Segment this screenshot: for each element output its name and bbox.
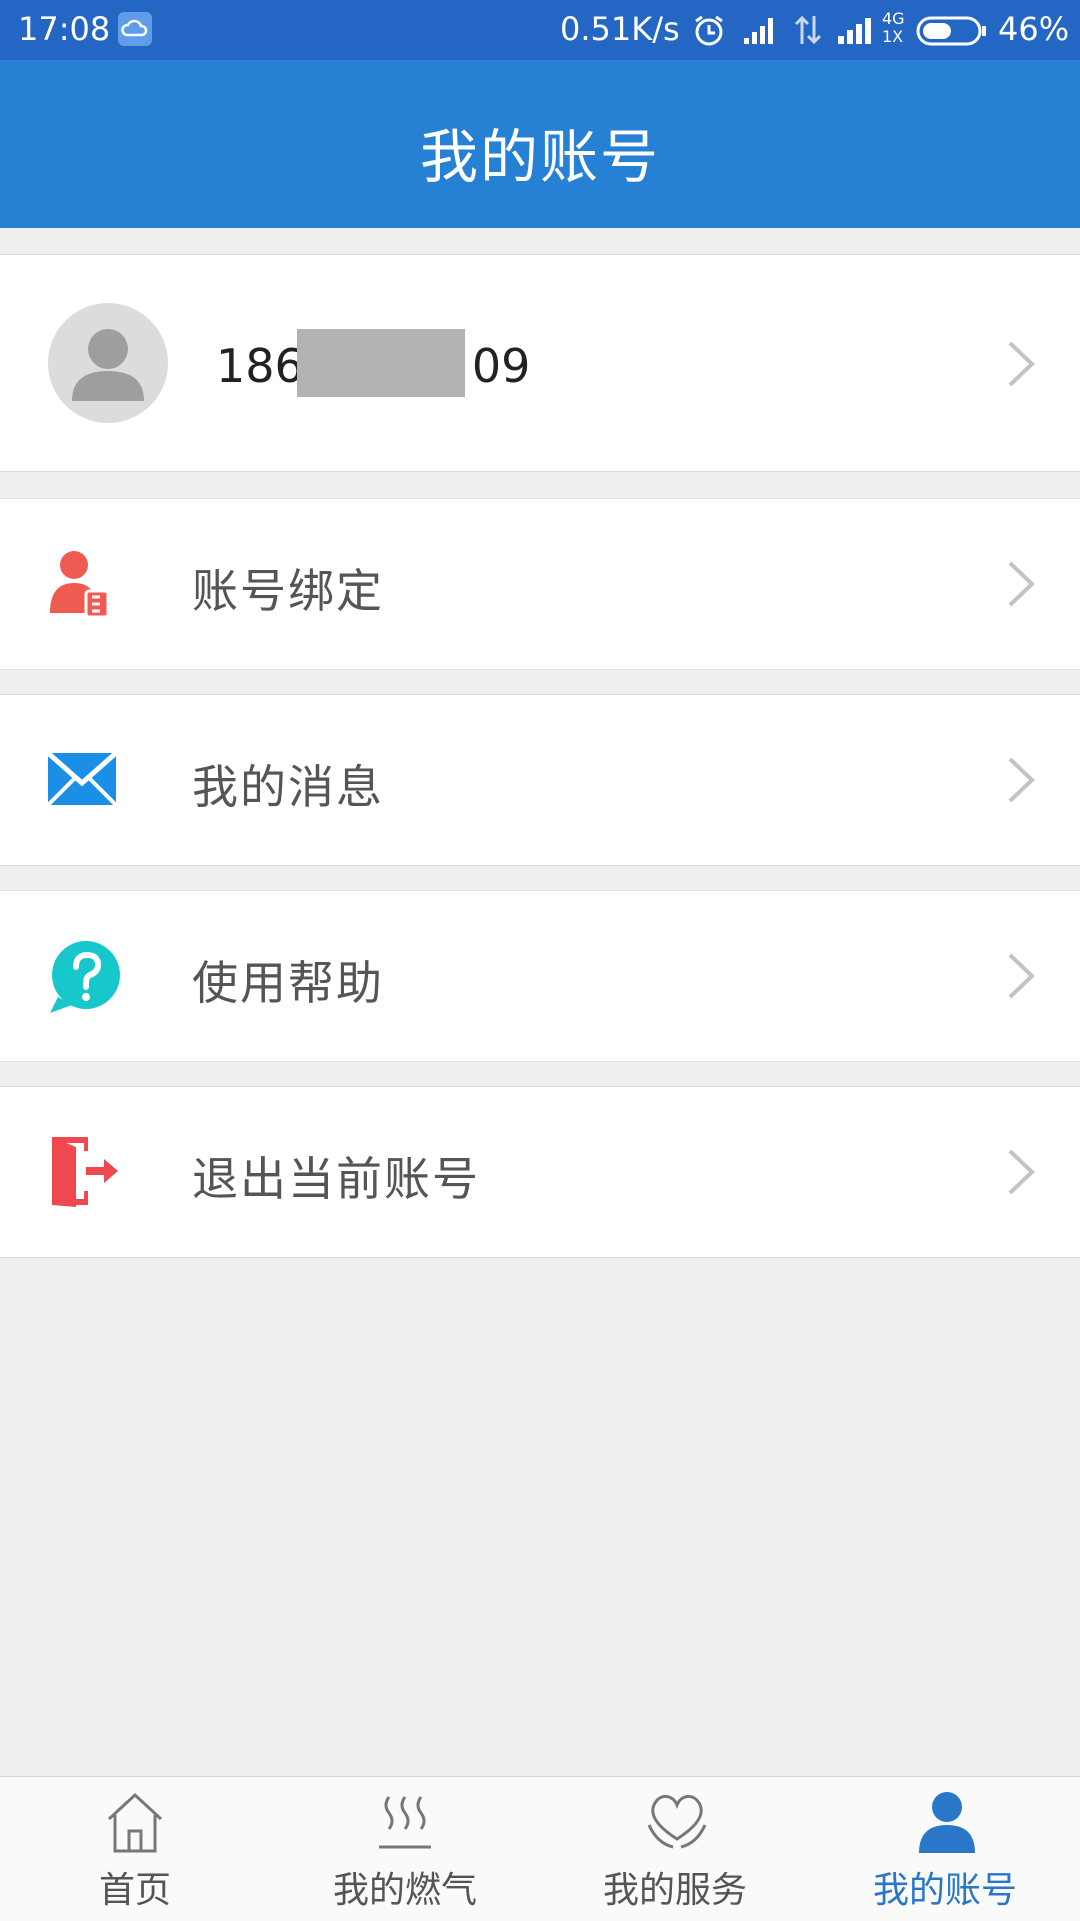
tab-my-gas[interactable]: 我的燃气: [270, 1777, 540, 1921]
tab-home[interactable]: 首页: [0, 1777, 270, 1921]
status-bar: 17:08 0.51K/s 4G 1X 46%: [0, 0, 1080, 60]
menu-item-label: 退出当前账号: [192, 1152, 480, 1206]
menu-item-help[interactable]: 使用帮助: [0, 890, 1080, 1062]
phone-prefix: 186: [216, 339, 304, 393]
chevron-right-icon: [1006, 755, 1036, 809]
menu-item-label: 我的消息: [192, 760, 384, 814]
battery-percent: 46%: [998, 10, 1070, 48]
menu-item-label: 账号绑定: [192, 564, 384, 618]
network-type-bottom: 1X: [882, 27, 904, 46]
tab-my-services[interactable]: 我的服务: [540, 1777, 810, 1921]
user-icon: [919, 1792, 975, 1853]
app-header: 我的账号: [0, 60, 1080, 228]
menu-item-label: 使用帮助: [192, 956, 384, 1010]
tab-my-account[interactable]: 我的账号: [810, 1777, 1080, 1921]
profile-row[interactable]: 186 09: [0, 254, 1080, 472]
home-icon: [107, 1792, 163, 1853]
avatar: [48, 303, 168, 423]
heart-hand-icon: [647, 1795, 707, 1849]
bottom-tab-bar: 首页 我的燃气 我的服务 我的账号: [0, 1776, 1080, 1921]
user-bind-icon: [46, 547, 116, 627]
menu-item-account-binding[interactable]: 账号绑定: [0, 498, 1080, 670]
chevron-right-icon: [1006, 559, 1036, 613]
status-time: 17:08: [18, 10, 111, 48]
phone-suffix: 09: [471, 339, 531, 393]
alarm-icon: [692, 14, 726, 56]
signal-icon: [742, 14, 778, 54]
tab-label: 首页: [98, 1870, 171, 1911]
data-transfer-icon: [794, 14, 822, 54]
signal-icon: [836, 14, 876, 54]
menu-item-my-messages[interactable]: 我的消息: [0, 694, 1080, 866]
chevron-right-icon: [1006, 339, 1036, 393]
network-type: 4G 1X: [882, 10, 905, 46]
tab-label: 我的燃气: [332, 1870, 477, 1911]
logout-icon: [46, 1133, 122, 1213]
mail-icon: [46, 751, 118, 811]
page-title: 我的账号: [419, 123, 660, 191]
help-icon: [46, 939, 122, 1019]
chevron-right-icon: [1006, 951, 1036, 1005]
chevron-right-icon: [1006, 1147, 1036, 1201]
net-speed: 0.51K/s: [560, 10, 680, 48]
heat-icon: [379, 1796, 431, 1849]
menu-item-logout[interactable]: 退出当前账号: [0, 1086, 1080, 1258]
tab-label: 我的账号: [872, 1870, 1017, 1911]
network-type-top: 4G: [882, 9, 905, 28]
tab-label: 我的服务: [602, 1870, 747, 1911]
redaction-mask: [297, 329, 465, 397]
cloud-icon: [118, 12, 152, 46]
battery-icon: [916, 16, 988, 54]
